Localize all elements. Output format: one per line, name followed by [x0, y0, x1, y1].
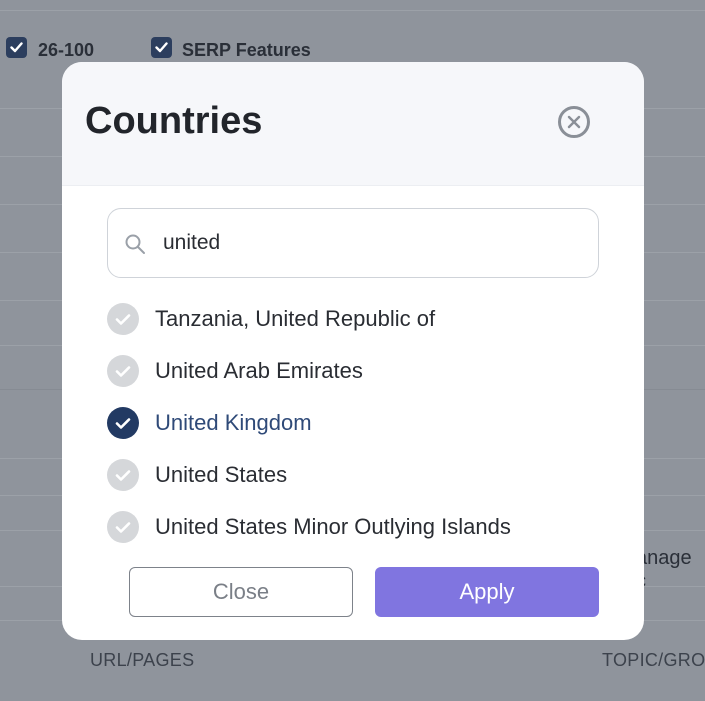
country-option[interactable]: United States Minor Outlying Islands	[107, 510, 607, 544]
close-button[interactable]: Close	[129, 567, 353, 617]
country-search-input[interactable]	[163, 226, 583, 260]
filter-checkbox-serp-features[interactable]	[151, 37, 172, 58]
check-circle-icon	[107, 355, 139, 387]
filter-label: 26-100	[38, 40, 95, 60]
countries-modal: Countries Tanzania, United Republic of U…	[62, 62, 644, 640]
country-option[interactable]: United Arab Emirates	[107, 354, 607, 388]
country-option-selected[interactable]: United Kingdom	[107, 406, 607, 440]
filter-checkbox-26-100[interactable]	[6, 37, 27, 58]
country-label: United Kingdom	[155, 410, 312, 435]
check-icon	[155, 42, 168, 53]
country-option[interactable]: Tanzania, United Republic of	[107, 302, 607, 336]
check-circle-icon	[107, 459, 139, 491]
close-icon	[567, 115, 581, 129]
close-modal-button[interactable]	[558, 106, 590, 138]
country-label: Tanzania, United Republic of	[155, 306, 436, 331]
country-label: United Arab Emirates	[155, 358, 363, 383]
check-circle-icon	[107, 407, 139, 439]
modal-title: Countries	[85, 100, 263, 142]
column-header-topic-group: TOPIC/GRO	[602, 650, 705, 670]
country-label: United States	[155, 462, 288, 487]
check-icon	[10, 42, 23, 53]
column-header-url-pages: URL/PAGES	[90, 650, 195, 670]
check-circle-icon	[107, 303, 139, 335]
apply-button[interactable]: Apply	[375, 567, 599, 617]
search-icon	[125, 234, 145, 254]
modal-header: Countries	[62, 62, 644, 186]
country-option[interactable]: United States	[107, 458, 607, 492]
divider	[0, 10, 705, 11]
manage-link[interactable]: anage c	[636, 547, 705, 593]
country-label: United States Minor Outlying Islands	[155, 514, 511, 539]
check-circle-icon	[107, 511, 139, 543]
filter-label: SERP Features	[182, 40, 311, 60]
country-search-box	[107, 208, 599, 278]
